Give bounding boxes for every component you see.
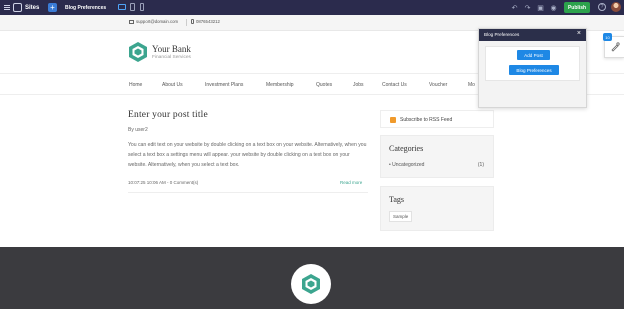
blog-preferences-panel: Blog Preferences × Add Post Blog Prefere… [478, 28, 587, 108]
preview-eye-icon[interactable]: ◉ [549, 3, 558, 12]
paintbrush-icon [610, 42, 620, 52]
contact-phone-text: 0876543212 [196, 19, 220, 24]
rss-subscribe[interactable]: Subscribe to RSS Feed [380, 110, 494, 128]
current-page-name[interactable]: Blog Preferences [65, 0, 106, 15]
publish-button[interactable]: Publish [564, 2, 590, 13]
contact-email: support@domain.com [129, 19, 178, 24]
read-more-link[interactable]: Read more [340, 180, 362, 185]
post-body[interactable]: You can edit text on your website by dou… [128, 141, 368, 170]
category-count: (1) [477, 162, 484, 168]
nav-item-membership[interactable]: Membership [266, 82, 294, 88]
tags-widget: Tags Sample [380, 186, 494, 231]
nav-item-voucher[interactable]: Voucher [429, 82, 447, 88]
nav-item-home[interactable]: Home [129, 82, 142, 88]
category-item[interactable]: • Uncategorized [389, 162, 424, 168]
nav-item-more[interactable]: Mo [468, 82, 475, 88]
contact-email-text: support@domain.com [136, 19, 179, 24]
redo-icon[interactable]: ↷ [523, 3, 532, 12]
close-icon[interactable]: × [577, 30, 581, 37]
menu-icon[interactable] [3, 0, 11, 15]
tablet-view-icon[interactable] [130, 3, 135, 11]
nav-item-jobs[interactable]: Jobs [353, 82, 364, 88]
tag-chip[interactable]: Sample [389, 211, 413, 222]
nav-item-about-us[interactable]: About Us [162, 82, 183, 88]
help-icon[interactable]: ? [598, 3, 606, 11]
phone-icon [191, 19, 194, 24]
envelope-icon [129, 19, 134, 24]
panel-title: Blog Preferences [484, 32, 520, 37]
post-meta: 10:07:25 10:06 AM - 0 Comment(s) [128, 180, 199, 185]
post-author: By user2 [128, 127, 148, 133]
desktop-view-icon[interactable] [118, 4, 126, 10]
add-element-button[interactable]: + [48, 3, 57, 12]
panel-body: Add Post Blog Preferences [485, 46, 580, 81]
blog-preferences-button[interactable]: Blog Preferences [509, 65, 559, 75]
rss-label[interactable]: Subscribe to RSS Feed [400, 117, 452, 123]
contact-divider [186, 19, 187, 26]
editor-toolbar: Sites + Blog Preferences ↶ ↷ ▣ ◉ Publish… [0, 0, 624, 15]
contact-phone: 0876543212 [191, 19, 220, 24]
app-brand: Sites [25, 4, 40, 11]
post-title[interactable]: Enter your post title [128, 110, 208, 120]
footer-logo [291, 264, 331, 304]
footer-logo-icon [302, 274, 320, 294]
nav-item-contact-us[interactable]: Contact Us [382, 82, 407, 88]
site-tagline: Financial Services [152, 55, 191, 60]
mobile-view-icon[interactable] [140, 3, 144, 11]
site-name[interactable]: Your Bank [152, 44, 191, 54]
user-avatar[interactable] [611, 2, 621, 12]
categories-title: Categories [389, 144, 424, 153]
notification-badge[interactable]: 10 [603, 33, 612, 41]
nav-item-quotes[interactable]: Quotes [316, 82, 332, 88]
site-logo-icon[interactable] [128, 41, 148, 63]
panel-header[interactable]: Blog Preferences × [479, 29, 586, 41]
tags-title: Tags [389, 195, 404, 204]
categories-widget: Categories • Uncategorized (1) [380, 135, 494, 178]
post-divider [128, 192, 368, 193]
nav-item-investment-plans[interactable]: Investment Plans [205, 82, 243, 88]
sites-logo-icon [13, 3, 22, 12]
undo-icon[interactable]: ↶ [510, 3, 519, 12]
site-footer [0, 247, 624, 309]
rss-icon [390, 117, 396, 123]
save-icon[interactable]: ▣ [536, 3, 545, 12]
add-post-button[interactable]: Add Post [517, 50, 550, 60]
